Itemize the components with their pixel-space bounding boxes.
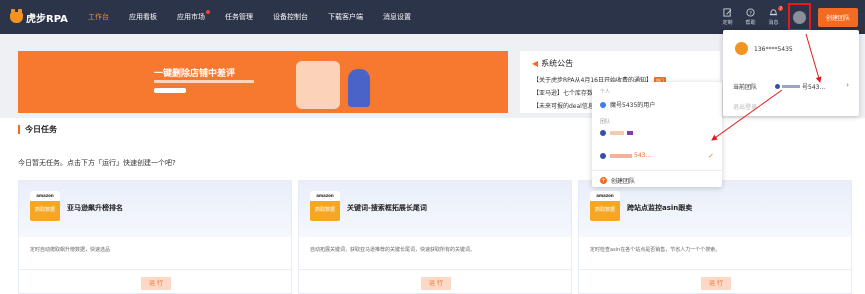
team-section-label: 团队 <box>600 119 611 125</box>
bell-icon <box>769 9 778 16</box>
amazon-logo-text: amazon <box>310 191 340 201</box>
team-name-suffix: 543... <box>634 152 652 159</box>
customize-label: 定制 <box>722 20 733 26</box>
team-switch-dropdown: 个人 魔号5435的用户 团队 543... ✓ + 创建团队 <box>592 82 722 187</box>
current-team-selector[interactable]: 号543... <box>775 82 825 91</box>
current-team-value: 号543... <box>802 84 826 91</box>
nav-item-message-settings[interactable]: 消息设置 <box>383 12 411 22</box>
notice-title: ◀ 系统公告 <box>532 58 573 69</box>
run-button[interactable]: 运 行 <box>701 277 731 290</box>
brand-logo[interactable]: 虎步RPA <box>10 8 88 25</box>
amazon-logo-text: amazon <box>30 191 60 201</box>
notice-title-text: 系统公告 <box>541 59 574 68</box>
card-divider <box>299 269 571 270</box>
tiger-logo-icon <box>10 8 23 23</box>
team-option[interactable] <box>600 130 714 136</box>
edit-icon <box>723 8 732 17</box>
amazon-logo-sub: 抓取数据 <box>34 207 55 213</box>
app-root: { "brand": {"name": "虎步RPA"}, "nav": { "… <box>0 0 865 294</box>
tiger-avatar-icon <box>735 42 748 55</box>
checkmark-icon: ✓ <box>708 151 714 160</box>
nav-item-download-client[interactable]: 下载客户端 <box>328 12 363 22</box>
team-icon <box>600 152 606 159</box>
run-button[interactable]: 运 行 <box>141 277 171 290</box>
card-divider <box>19 269 291 270</box>
create-team-button[interactable]: 创建团队 <box>817 7 858 27</box>
messages-button[interactable]: 7 消息 <box>762 6 785 26</box>
nav-item-app-market[interactable]: 应用市场 <box>177 10 210 22</box>
top-nav-bar: 虎步RPA 工作台 应用看板 应用市场 任务管理 设备控制台 下载客户端 消息设… <box>0 0 865 34</box>
redacted-text <box>610 153 632 158</box>
amazon-logo-icon: amazon 抓取数据 <box>30 191 60 221</box>
card-title: 关键词-搜索框拓展长尾词 <box>347 204 427 212</box>
nav-item-workbench[interactable]: 工作台 <box>88 12 109 22</box>
help-label: 帮助 <box>745 20 756 26</box>
help-icon: ? <box>746 8 755 17</box>
notice-item[interactable]: 【未来可报的deal信息 <box>533 101 594 110</box>
card-divider <box>579 269 851 270</box>
avatar <box>792 10 806 24</box>
redacted-text <box>627 131 633 135</box>
banner-subtitle-bar <box>154 80 254 83</box>
run-button[interactable]: 运 行 <box>421 277 451 290</box>
message-count-badge: 7 <box>778 6 783 11</box>
banner-title: 一键删除店铺中差评 <box>154 69 236 79</box>
amazon-logo-sub: 抓取数据 <box>314 207 335 213</box>
personal-account-name: 魔号5435的用户 <box>610 102 656 109</box>
task-card[interactable]: amazon 抓取数据 关键词-搜索框拓展长尾词 自动拓展关键词，获取亚马逊推荐… <box>298 180 572 294</box>
nav-item-task-management[interactable]: 任务管理 <box>225 12 253 22</box>
redacted-text <box>610 131 624 135</box>
card-description: 定时自动爬取飙升榜数据，快速选品 <box>30 247 111 253</box>
notice-item[interactable]: 【亚马逊】七个库存数据 <box>533 88 599 97</box>
amazon-logo-icon: amazon 抓取数据 <box>590 191 620 221</box>
nav-item-app-market-label: 应用市场 <box>177 13 205 21</box>
nav-tools: 定制 ? 帮助 7 消息 创建团队 <box>716 0 865 34</box>
personal-account-option[interactable]: 魔号5435的用户 <box>600 100 714 109</box>
logout-link[interactable]: 退出登录 <box>733 102 757 111</box>
customize-button[interactable]: 定制 <box>716 8 739 26</box>
card-title: 亚马逊飙升榜排名 <box>67 204 123 212</box>
today-tasks-section: 今日任务 今日暂无任务。点击下方「运行」快速创建一个吧? amazon 抓取数据… <box>0 118 865 294</box>
chevron-right-icon: › <box>846 81 849 89</box>
create-team-label: 创建团队 <box>611 178 636 185</box>
user-profile-panel: 136****5435 当前团队 号543... › 退出登录 <box>723 30 859 116</box>
amazon-logo-sub: 抓取数据 <box>594 207 615 213</box>
current-team-label: 当前团队 <box>733 84 758 91</box>
amazon-logo-icon: amazon 抓取数据 <box>310 191 340 221</box>
team-icon <box>600 130 606 136</box>
user-phone: 136****5435 <box>754 46 793 53</box>
svg-text:?: ? <box>749 11 752 17</box>
banner-illustration <box>296 61 340 109</box>
section-title: 今日任务 <box>18 125 57 134</box>
plus-icon: + <box>600 177 607 184</box>
task-card[interactable]: amazon 抓取数据 跨站点监控asin跟卖 定时检查asin在各个站点是否销… <box>578 180 852 294</box>
empty-state-text: 今日暂无任务。点击下方「运行」快速创建一个吧? <box>18 159 176 167</box>
nav-item-app-board[interactable]: 应用看板 <box>129 12 157 22</box>
megaphone-icon: ◀ <box>532 59 539 68</box>
user-avatar-button[interactable] <box>787 3 811 31</box>
task-card[interactable]: amazon 抓取数据 亚马逊飙升榜排名 定时自动爬取飙升榜数据，快速选品 运 … <box>18 180 292 294</box>
card-description: 定时检查asin在各个站点是否销售，节省人力一个个搜索。 <box>590 247 721 253</box>
nav-item-device-console[interactable]: 设备控制台 <box>273 12 308 22</box>
brand-name: 虎步RPA <box>26 13 68 25</box>
user-icon <box>600 101 606 108</box>
divider <box>592 170 722 171</box>
new-dot-indicator <box>206 10 210 14</box>
help-button[interactable]: ? 帮助 <box>739 8 762 26</box>
banner-cta[interactable] <box>154 88 186 93</box>
card-title: 跨站点监控asin跟卖 <box>627 204 693 212</box>
personal-section-label: 个人 <box>600 89 611 95</box>
promo-banner[interactable]: 一键删除店铺中差评 <box>18 51 508 113</box>
banner-figure-illustration <box>348 69 370 107</box>
redacted-text <box>782 85 800 88</box>
team-icon <box>775 84 780 89</box>
card-description: 自动拓展关键词，获取亚马逊推荐的关键长尾词，快速获取所有的关键词。 <box>310 247 476 253</box>
team-option-selected[interactable]: 543... ✓ <box>600 151 714 160</box>
amazon-logo-text: amazon <box>590 191 620 201</box>
main-menu: 工作台 应用看板 应用市场 任务管理 设备控制台 下载客户端 消息设置 <box>88 0 431 34</box>
messages-label: 消息 <box>768 20 779 26</box>
create-team-option[interactable]: + 创建团队 <box>600 176 714 185</box>
